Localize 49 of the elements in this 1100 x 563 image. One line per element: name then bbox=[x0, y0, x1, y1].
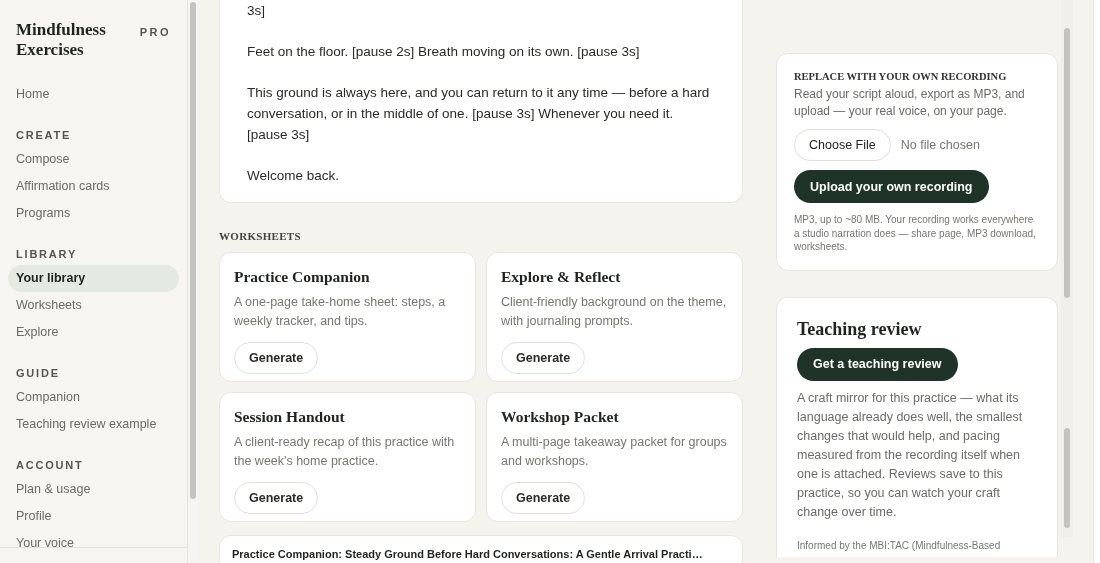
choose-file-button[interactable]: Choose File bbox=[794, 129, 891, 161]
nav-item[interactable]: Your library bbox=[8, 265, 179, 292]
review-button[interactable]: Get a teaching review bbox=[797, 347, 958, 381]
nav-item[interactable]: Your voice bbox=[8, 530, 179, 557]
card-heading: REPLACE WITH YOUR OWN RECORDING bbox=[794, 71, 1008, 82]
generate-button[interactable]: Generate bbox=[501, 342, 586, 374]
companion-title: Practice Companion: Steady Ground Before Hard Conversations: A Gentle Arrival Practi… bbox=[232, 548, 703, 560]
nav-item[interactable]: Explore bbox=[8, 319, 179, 346]
section-heading: CREATE bbox=[15, 128, 73, 143]
worksheet-description: A multi-page takeaway packet for groups and workshops. bbox=[501, 434, 728, 470]
script-paragraph: 3s] bbox=[247, 2, 266, 20]
nav-item[interactable]: Plan & usage bbox=[8, 476, 179, 503]
generate-button[interactable]: Generate bbox=[501, 482, 586, 514]
generate-button[interactable]: Generate bbox=[234, 482, 319, 514]
nav-item[interactable]: Teaching review example bbox=[8, 411, 179, 438]
worksheet-title: Practice Companion bbox=[234, 267, 371, 287]
script-paragraph: This ground is always here, and you can return to it any time — before a hard conversation, or in the middle of one. [pause 3s] Whenever you need it. [pause 3s] bbox=[247, 84, 711, 144]
script-paragraph: Welcome back. bbox=[247, 167, 341, 185]
card-description: Read your script aloud, export as MP3, and upload — your real voice, on your page. bbox=[794, 86, 1026, 120]
nav-item[interactable]: Worksheets bbox=[8, 292, 179, 319]
nav-item[interactable]: Profile bbox=[8, 503, 179, 530]
scrollbar-thumb[interactable] bbox=[190, 2, 196, 499]
worksheet-description: Client-friendly background on the theme, with journaling prompts. bbox=[501, 294, 728, 330]
generate-button[interactable]: Generate bbox=[234, 342, 319, 374]
nav-item[interactable]: Companion bbox=[8, 384, 179, 411]
script-paragraph: Feet on the floor. [pause 2s] Breath moving on its own. [pause 3s] bbox=[247, 43, 641, 61]
worksheet-description: A one-page take-home sheet: steps, a weekly tracker, and tips. bbox=[234, 294, 447, 330]
section-heading: ACCOUNT bbox=[15, 458, 85, 473]
scrollbar-thumb[interactable] bbox=[1064, 28, 1070, 298]
nav-item[interactable]: Home bbox=[8, 81, 179, 108]
scrollbar-thumb[interactable] bbox=[1064, 428, 1070, 528]
worksheet-title: Explore & Reflect bbox=[501, 267, 622, 287]
section-heading: WORKSHEETS bbox=[219, 230, 302, 242]
pro-label: PRO bbox=[139, 26, 171, 38]
file-status: No file chosen bbox=[900, 138, 980, 152]
footnote: Informed by the MBI:TAC (Mindfulness-Based bbox=[797, 539, 1002, 552]
worksheet-title: Session Handout bbox=[234, 407, 346, 427]
upload-note: MP3, up to ~80 MB. Your recording works everywhere a studio narration does — share page, MP3 download, worksheets. bbox=[794, 213, 1037, 254]
worksheet-description: A client-ready recap of this practice with the week's home practice. bbox=[234, 434, 456, 470]
nav-item[interactable]: Compose bbox=[8, 146, 179, 173]
card-description: A craft mirror for this practice — what its language already does well, the smallest changes that would help, and pacing measured from the recording itself when one is attached. Reviews save to this practice, so you can watch your craft change over time. bbox=[797, 389, 1024, 521]
section-heading: LIBRARY bbox=[15, 247, 79, 262]
card-title: Teaching review bbox=[797, 318, 923, 340]
app-title: Mindfulness Exercises bbox=[16, 20, 107, 60]
section-heading: GUIDE bbox=[15, 366, 61, 381]
worksheet-title: Workshop Packet bbox=[501, 407, 620, 427]
nav-item[interactable]: Affirmation cards bbox=[8, 173, 179, 200]
upload-button[interactable]: Upload your own recording bbox=[794, 170, 989, 203]
nav-item[interactable]: Programs bbox=[8, 200, 179, 227]
